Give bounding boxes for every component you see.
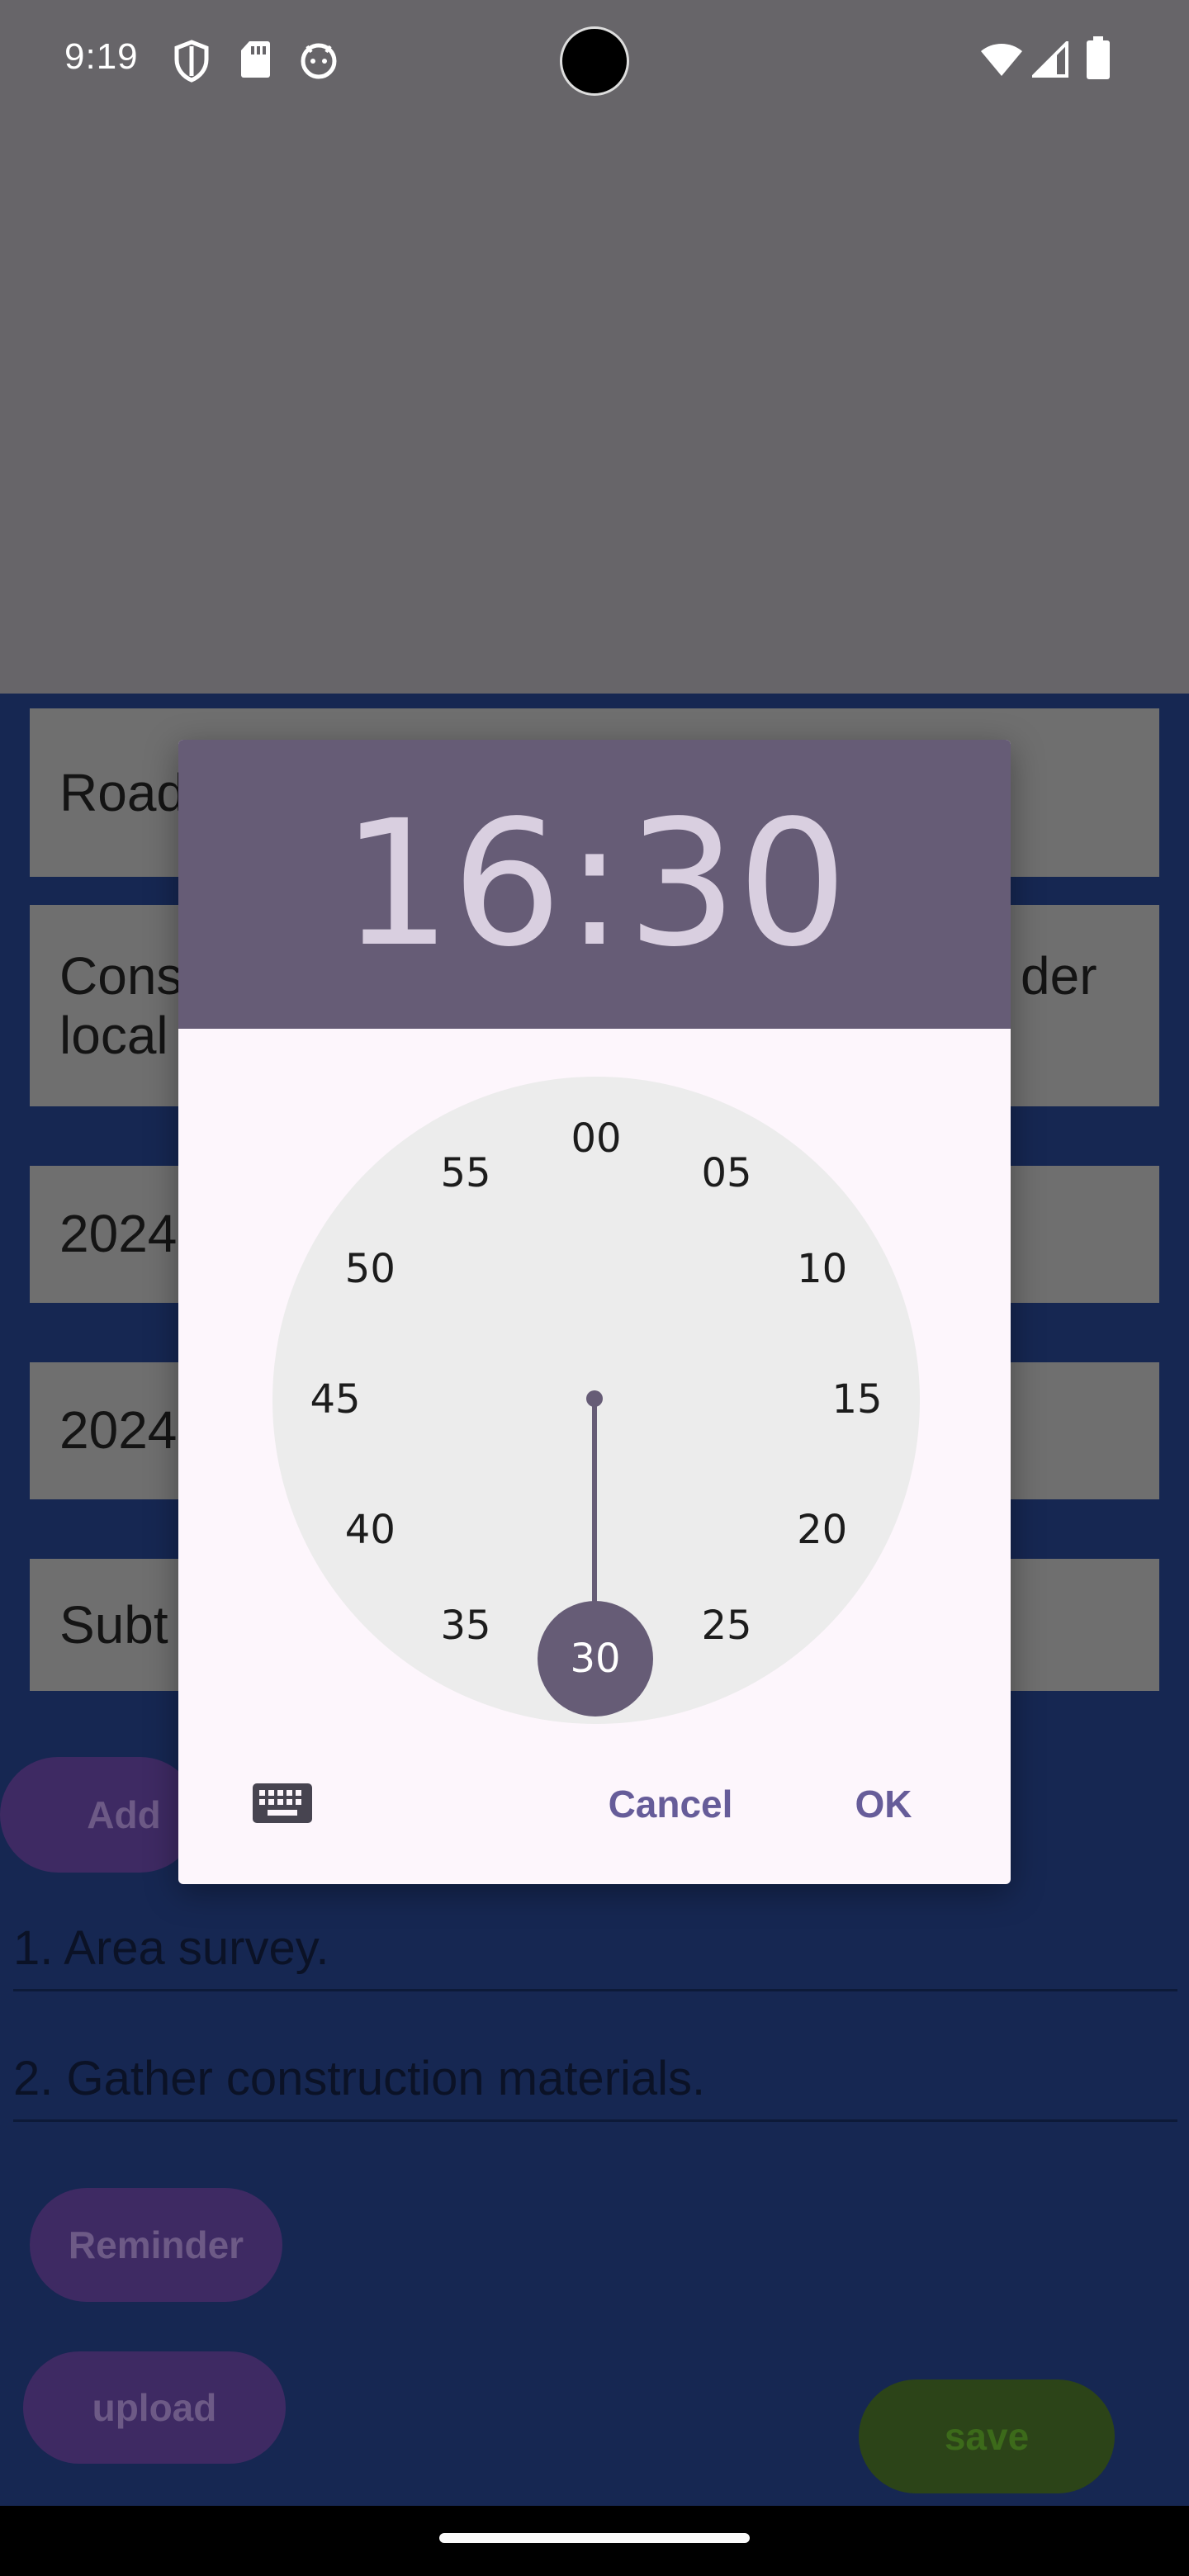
status-time: 9:19 bbox=[64, 36, 139, 77]
minute-label-50[interactable]: 50 bbox=[333, 1244, 407, 1294]
description-field-text-line2: local bbox=[59, 1006, 168, 1065]
upload-button[interactable]: upload bbox=[23, 2351, 286, 2464]
minute-label-35[interactable]: 35 bbox=[429, 1601, 503, 1650]
add-subtask-button[interactable]: Add bbox=[0, 1757, 198, 1873]
task-item: 2. Gather construction materials. bbox=[13, 2051, 1177, 2122]
time-display: 16:30 bbox=[178, 793, 1011, 975]
camera-cutout bbox=[560, 26, 629, 96]
wifi-icon bbox=[981, 44, 1022, 76]
battery-icon bbox=[1087, 36, 1110, 79]
add-subtask-label: Add bbox=[87, 1793, 161, 1836]
shield-icon bbox=[174, 40, 209, 83]
end-date-field-text: 2024 bbox=[59, 1400, 178, 1460]
minute-label-00[interactable]: 00 bbox=[559, 1114, 633, 1163]
selected-minute-knob[interactable]: 30 bbox=[538, 1601, 653, 1717]
minute-label-25[interactable]: 25 bbox=[689, 1601, 764, 1650]
ok-button[interactable]: OK bbox=[842, 1775, 925, 1833]
reminder-button-label: Reminder bbox=[68, 2223, 244, 2266]
save-button-label: save bbox=[944, 2415, 1030, 2458]
start-date-field-text: 2024 bbox=[59, 1204, 178, 1263]
minute-label-55[interactable]: 55 bbox=[429, 1148, 503, 1198]
cancel-button[interactable]: Cancel bbox=[594, 1775, 746, 1833]
hour-display[interactable]: 16 bbox=[341, 793, 561, 975]
minute-label-15[interactable]: 15 bbox=[820, 1375, 894, 1424]
reminder-button[interactable]: Reminder bbox=[30, 2188, 282, 2302]
upload-button-label: upload bbox=[92, 2386, 217, 2429]
time-separator: : bbox=[565, 783, 624, 985]
selected-minute-label: 30 bbox=[570, 1636, 621, 1682]
minute-display[interactable]: 30 bbox=[627, 793, 847, 975]
title-field-text: Road bbox=[59, 763, 186, 822]
status-bar: 9:19 bbox=[0, 0, 1189, 124]
task-item-text: 2. Gather construction materials. bbox=[13, 2052, 706, 2105]
minute-label-45[interactable]: 45 bbox=[298, 1375, 372, 1424]
save-button[interactable]: save bbox=[859, 2379, 1115, 2493]
time-picker-header: 16:30 bbox=[178, 740, 1011, 1029]
keyboard-icon[interactable] bbox=[253, 1783, 312, 1823]
clock-hand bbox=[586, 1390, 603, 1618]
task-item-text: 1. Area survey. bbox=[13, 1921, 329, 1975]
minute-label-10[interactable]: 10 bbox=[785, 1244, 860, 1294]
minute-label-05[interactable]: 05 bbox=[689, 1148, 764, 1198]
sd-card-icon bbox=[241, 41, 270, 78]
description-field-text-line1: Cons bbox=[59, 946, 183, 1006]
description-field-text-right: der bbox=[1021, 946, 1097, 1006]
task-item: 1. Area survey. bbox=[13, 1920, 1177, 1991]
signal-icon bbox=[1032, 41, 1068, 78]
minute-label-40[interactable]: 40 bbox=[333, 1505, 407, 1555]
home-indicator[interactable] bbox=[439, 2533, 750, 2543]
minute-label-20[interactable]: 20 bbox=[785, 1505, 860, 1555]
subtask-field-text: Subt bbox=[59, 1595, 168, 1655]
android-face-icon bbox=[301, 43, 337, 79]
